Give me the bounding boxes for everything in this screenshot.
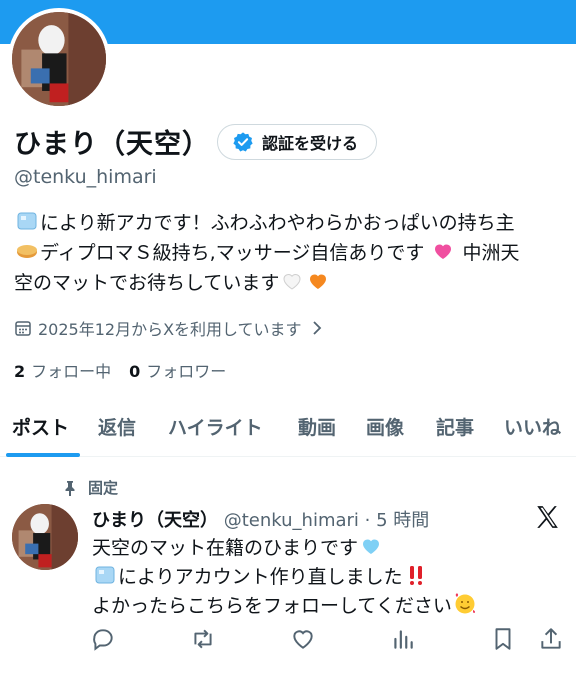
post-author-name[interactable]: ひまり（天空） — [92, 510, 218, 531]
retweet-icon — [194, 629, 212, 649]
active-tab-indicator — [6, 453, 80, 457]
like-button[interactable] — [290, 626, 316, 652]
pin-icon — [65, 480, 75, 496]
tab-likes[interactable]: いいね — [504, 413, 561, 440]
following-link[interactable]: 2 フォロー中 — [14, 358, 111, 382]
orange-heart-emoji-icon — [310, 274, 327, 289]
get-verified-button[interactable]: 認証を受ける — [217, 124, 378, 160]
tab-videos[interactable]: 動画 — [298, 413, 336, 440]
post-body: 天空のマット在籍のひまりです によりアカウント作り直しました よかったらこちらを… — [92, 534, 566, 621]
profile-bio: により新アカです！ふわふわやわらかおっぱいの持ち主 ディプロマＳ級持ち,マッサー… — [14, 208, 566, 298]
like-icon — [293, 630, 313, 649]
post-meta: @tenku_himari · 5 時間 — [223, 510, 430, 531]
followers-link[interactable]: 0 フォロワー — [129, 358, 226, 382]
post-line-2: によりアカウント作り直しました — [118, 566, 403, 588]
followers-count: 0 — [129, 362, 141, 381]
share-icon — [541, 628, 561, 649]
post-author-avatar[interactable] — [12, 504, 78, 570]
following-count: 2 — [14, 362, 26, 381]
profile-handle: @tenku_himari — [14, 166, 157, 188]
display-name: ひまり（天空） — [14, 129, 210, 160]
profile-avatar[interactable] — [8, 8, 110, 110]
pinned-indicator: 固定 — [62, 477, 118, 498]
bio-line-4: 空のマットでお待ちしています — [14, 272, 280, 294]
follow-stats: 2 フォロー中 0 フォロワー — [14, 358, 226, 382]
bookmark-icon — [495, 628, 511, 650]
pink-heart-emoji-icon — [435, 244, 452, 259]
chevron-right-icon — [312, 321, 321, 335]
x-logo-icon[interactable] — [534, 504, 560, 530]
ice-cube-emoji-icon — [95, 566, 115, 584]
avatar-photo — [12, 12, 106, 106]
reply-icon — [93, 629, 113, 651]
avatar-photo — [12, 504, 78, 570]
bio-line-3: 中洲天 — [462, 242, 520, 264]
verified-badge-icon — [233, 132, 253, 152]
pinned-label: 固定 — [88, 479, 119, 497]
ice-cube-emoji-icon — [17, 212, 37, 230]
repost-button[interactable] — [190, 626, 216, 652]
profile-tabs: ポスト 返信 ハイライト 動画 画像 記事 いいね — [0, 405, 576, 457]
tab-articles[interactable]: 記事 — [436, 413, 474, 440]
reply-button[interactable] — [90, 626, 116, 652]
views-icon — [394, 630, 413, 649]
following-label: フォロー中 — [31, 362, 112, 381]
tab-images[interactable]: 画像 — [366, 413, 404, 440]
post-actions — [90, 626, 566, 656]
white-heart-emoji-icon — [283, 274, 301, 290]
get-verified-label: 認証を受ける — [262, 134, 359, 153]
calendar-icon — [15, 321, 31, 336]
post-line-3: よかったらこちらをフォローしてください — [92, 595, 452, 617]
light-blue-heart-emoji-icon — [363, 539, 380, 554]
tab-replies[interactable]: 返信 — [98, 413, 136, 440]
bio-line-2: ディプロマＳ級持ち,マッサージ自信ありです — [40, 242, 425, 264]
joined-text: 2025年12月からXを利用しています — [38, 320, 302, 339]
smiling-face-hearts-emoji-icon — [455, 593, 475, 614]
joined-date[interactable]: 2025年12月からXを利用しています — [14, 316, 326, 340]
post-line-1: 天空のマット在籍のひまりです — [92, 537, 359, 559]
double-exclamation-emoji-icon — [409, 566, 422, 585]
tab-posts[interactable]: ポスト — [12, 413, 69, 440]
pie-emoji-icon — [17, 245, 37, 258]
post-header: ひまり（天空） @tenku_himari · 5 時間 — [92, 506, 429, 532]
tab-highlights[interactable]: ハイライト — [168, 413, 263, 440]
followers-label: フォロワー — [146, 362, 227, 381]
share-button[interactable] — [538, 626, 564, 652]
views-button[interactable] — [390, 626, 416, 652]
bio-line-1: により新アカです！ふわふわやわらかおっぱいの持ち主 — [40, 212, 515, 234]
bookmark-button[interactable] — [490, 626, 516, 652]
